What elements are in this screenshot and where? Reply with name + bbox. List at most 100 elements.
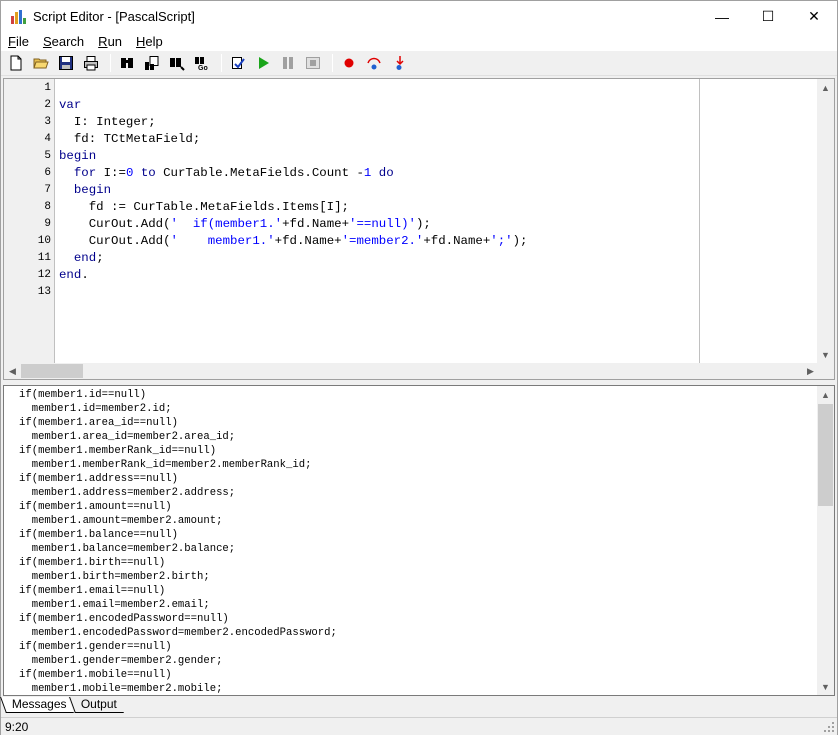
maximize-button[interactable]: ☐ — [745, 1, 791, 32]
new-file-icon — [8, 55, 24, 71]
run-button[interactable] — [252, 52, 274, 74]
window-title: Script Editor - [PascalScript] — [33, 9, 195, 24]
toolbar: Go — [1, 51, 837, 76]
output-vertical-scrollbar[interactable]: ▲ ▼ — [817, 386, 834, 695]
pause-button[interactable] — [277, 52, 299, 74]
panel-tabs: Messages Output — [0, 697, 837, 715]
resize-grip-icon[interactable] — [823, 721, 835, 733]
close-icon: ✕ — [808, 8, 820, 24]
svg-text:Go: Go — [198, 65, 208, 71]
save-button[interactable] — [55, 52, 77, 74]
find-icon — [119, 55, 135, 71]
scroll-right-icon[interactable]: ▶ — [802, 363, 819, 379]
code-line: CurOut.Add(' member1.'+fd.Name+'=member2… — [59, 234, 528, 248]
output-line: if(member1.mobile==null) — [19, 669, 172, 681]
code-text-area[interactable]: var I: Integer; fd: TCtMetaField; begin f… — [55, 79, 699, 363]
scroll-down-icon[interactable]: ▼ — [817, 678, 834, 695]
output-line: member1.area_id=member2.area_id; — [19, 431, 236, 443]
line-number: 4 — [44, 133, 51, 145]
script-editor-window: Script Editor - [PascalScript] — ☐ ✕ Fil… — [0, 0, 838, 735]
print-button[interactable] — [80, 52, 102, 74]
run-icon — [255, 55, 271, 71]
code-line: var — [59, 98, 82, 112]
scroll-up-icon[interactable]: ▲ — [817, 79, 834, 96]
editor-vertical-scrollbar[interactable]: ▲ ▼ — [817, 79, 834, 363]
output-line: member1.mobile=member2.mobile; — [19, 683, 223, 695]
minimize-button[interactable]: — — [699, 1, 745, 32]
output-line: member1.id=member2.id; — [19, 403, 172, 415]
goto-line-button[interactable]: Go — [191, 52, 213, 74]
output-line: if(member1.gender==null) — [19, 641, 172, 653]
output-line: if(member1.memberRank_id==null) — [19, 445, 217, 457]
find-next-button[interactable] — [166, 52, 188, 74]
replace-button[interactable] — [141, 52, 163, 74]
breakpoint-icon — [341, 55, 357, 71]
toolbar-separator — [221, 54, 222, 72]
line-number: 1 — [44, 82, 51, 94]
title-bar[interactable]: Script Editor - [PascalScript] — ☐ ✕ — [1, 1, 837, 32]
menu-file[interactable]: File — [1, 34, 36, 49]
pause-icon — [280, 55, 296, 71]
horizontal-scroll-thumb[interactable] — [21, 364, 83, 378]
open-folder-icon — [33, 55, 49, 71]
output-line: if(member1.balance==null) — [19, 529, 178, 541]
toolbar-separator — [110, 54, 111, 72]
open-folder-button[interactable] — [30, 52, 52, 74]
code-line: fd: TCtMetaField; — [59, 132, 201, 146]
new-file-button[interactable] — [5, 52, 27, 74]
line-number-gutter: 1 2 3 4 5 6 7 8 9 10 11 12 13 — [4, 79, 55, 363]
line-number: 2 — [44, 99, 51, 111]
output-line: member1.encodedPassword=member2.encodedP… — [19, 627, 337, 639]
replace-icon — [144, 55, 160, 71]
tab-output[interactable]: Output — [68, 697, 124, 713]
close-button[interactable]: ✕ — [791, 1, 837, 32]
output-line: member1.memberRank_id=member2.memberRank… — [19, 459, 312, 471]
app-icon — [10, 9, 26, 25]
code-editor[interactable]: 1 2 3 4 5 6 7 8 9 10 11 12 13 var I: Integer; fd: TC… — [3, 78, 835, 380]
menu-run[interactable]: Run — [91, 34, 129, 49]
code-line: end. — [59, 268, 89, 282]
find-next-icon — [169, 55, 185, 71]
scroll-up-icon[interactable]: ▲ — [817, 386, 834, 403]
code-line: begin — [73, 183, 112, 197]
output-line: member1.email=member2.email; — [19, 599, 210, 611]
code-line: for I:=0 to CurTable.MetaFields.Count -1… — [73, 166, 394, 180]
output-line: member1.amount=member2.amount; — [19, 515, 223, 527]
output-line: member1.balance=member2.balance; — [19, 543, 236, 555]
cursor-position: 9:20 — [5, 720, 29, 734]
output-panel[interactable]: if(member1.id==null) member1.id=member2.… — [3, 385, 835, 696]
scroll-left-icon[interactable]: ◀ — [4, 363, 21, 379]
menu-help[interactable]: Help — [129, 34, 170, 49]
syntax-check-icon — [230, 55, 246, 71]
output-line: if(member1.area_id==null) — [19, 417, 178, 429]
syntax-check-button[interactable] — [227, 52, 249, 74]
status-bar: 9:20 — [1, 717, 837, 735]
output-text: if(member1.id==null) member1.id=member2.… — [19, 388, 337, 695]
code-line: begin — [59, 149, 97, 163]
step-over-icon — [366, 55, 382, 71]
output-line: if(member1.email==null) — [19, 585, 166, 597]
code-line: fd := CurTable.MetaFields.Items[I]; — [59, 200, 349, 214]
code-line: end; — [73, 251, 104, 265]
menu-search[interactable]: Search — [36, 34, 91, 49]
minimize-icon: — — [715, 8, 729, 25]
stop-button[interactable] — [302, 52, 324, 74]
tab-messages[interactable]: Messages — [0, 697, 74, 713]
scroll-down-icon[interactable]: ▼ — [817, 346, 834, 363]
output-line: if(member1.encodedPassword==null) — [19, 613, 229, 625]
output-line: member1.address=member2.address; — [19, 487, 236, 499]
line-number: 3 — [44, 116, 51, 128]
line-number: 10 — [37, 235, 51, 247]
code-line: I: Integer; — [59, 115, 156, 129]
output-line: if(member1.birth==null) — [19, 557, 166, 569]
stop-icon — [305, 55, 321, 71]
find-button[interactable] — [116, 52, 138, 74]
breakpoint-button[interactable] — [338, 52, 360, 74]
step-into-button[interactable] — [388, 52, 410, 74]
step-over-button[interactable] — [363, 52, 385, 74]
menu-bar: File Search Run Help — [1, 32, 837, 51]
step-into-icon — [391, 55, 407, 71]
vertical-scroll-thumb[interactable] — [818, 404, 833, 506]
editor-horizontal-scrollbar[interactable]: ◀ ▶ — [4, 363, 834, 379]
goto-line-icon: Go — [194, 55, 210, 71]
